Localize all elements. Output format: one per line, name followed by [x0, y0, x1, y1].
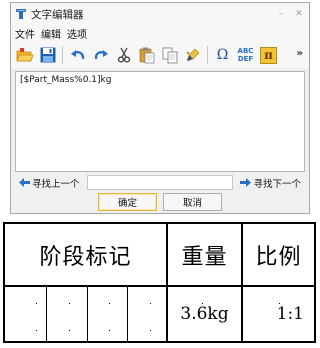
menu-bar: 文件 编辑 选项 — [11, 25, 309, 42]
grid-marker — [69, 330, 70, 331]
grid-marker — [109, 330, 110, 331]
grid-marker — [36, 303, 37, 304]
spell-check-button[interactable]: ABC DEF — [235, 44, 256, 66]
scale-header: 比例 — [255, 244, 302, 270]
omega-icon: Ω — [216, 47, 229, 63]
toolbar-separator — [62, 46, 63, 64]
weight-value: 3.6kg — [180, 304, 229, 324]
arrow-left-icon — [19, 178, 30, 187]
find-previous-button[interactable]: 寻找上一个 — [15, 174, 84, 191]
find-next-button[interactable]: 寻找下一个 — [236, 174, 305, 191]
weight-header: 重量 — [181, 244, 228, 270]
app-icon — [16, 9, 26, 19]
grid-marker — [150, 303, 151, 304]
find-input[interactable] — [86, 175, 234, 190]
grid-marker — [36, 330, 37, 331]
close-button[interactable]: ✕ — [291, 6, 307, 22]
save-button[interactable] — [37, 44, 58, 66]
open-button[interactable] — [14, 44, 35, 66]
cancel-button[interactable]: 取消 — [163, 193, 222, 211]
grid-marker — [279, 303, 280, 304]
redo-icon — [94, 50, 108, 60]
abc-def-icon-lower: DEF — [237, 55, 254, 63]
find-previous-label: 寻找上一个 — [32, 178, 80, 190]
find-bar: 寻找上一个 寻找下一个 — [15, 174, 305, 191]
title-bar[interactable]: 文字编辑器 – ✕ — [11, 3, 309, 25]
cut-icon — [117, 47, 130, 63]
grid-marker — [150, 330, 151, 331]
ok-button[interactable]: 确定 — [98, 193, 157, 211]
toolbar-separator — [207, 46, 208, 64]
menu-options[interactable]: 选项 — [67, 26, 87, 41]
undo-icon — [70, 50, 84, 60]
copy-button[interactable] — [159, 44, 180, 66]
pi-icon: π — [260, 46, 277, 64]
symbol-button[interactable]: Ω — [212, 44, 233, 66]
save-icon — [40, 47, 55, 63]
scale-value: 1:1 — [276, 304, 304, 324]
open-icon — [15, 48, 34, 62]
window-title: 文字编辑器 — [31, 8, 84, 21]
cut-button[interactable] — [113, 44, 134, 66]
grid-marker — [210, 258, 211, 259]
pi-button[interactable]: π — [258, 44, 279, 66]
format-brush-icon — [186, 48, 199, 61]
paste-icon — [139, 47, 154, 64]
arrow-right-icon — [240, 178, 252, 187]
stage-cell-divider — [46, 286, 47, 341]
paste-button[interactable] — [136, 44, 157, 66]
grid-marker — [287, 258, 288, 259]
title-block-table: 阶段标记 重量 比例 3.6kg 1:1 — [3, 222, 316, 343]
grid-marker — [202, 303, 203, 304]
stage-cell-divider — [87, 286, 88, 341]
menu-file[interactable]: 文件 — [15, 26, 35, 41]
text-editor-dialog: 文字编辑器 – ✕ 文件 编辑 选项 Ω ABC DEF π » [$Part_… — [10, 2, 310, 214]
stage-cell-divider — [127, 286, 128, 341]
grid-marker — [89, 258, 90, 259]
abc-def-icon: ABC — [237, 47, 254, 55]
find-next-label: 寻找下一个 — [253, 178, 301, 190]
toolbar: Ω ABC DEF π » — [11, 42, 309, 68]
menu-edit[interactable]: 编辑 — [41, 26, 61, 41]
grid-marker — [109, 303, 110, 304]
dialog-buttons: 确定 取消 — [11, 193, 309, 213]
toolbar-overflow-button[interactable]: » — [297, 48, 303, 59]
undo-button[interactable] — [67, 44, 88, 66]
grid-marker — [69, 303, 70, 304]
copy-icon — [162, 47, 177, 64]
minimize-button[interactable]: – — [273, 6, 289, 22]
format-brush-button[interactable] — [182, 44, 203, 66]
text-editor-area[interactable]: [$Part_Mass%0.1]kg — [15, 71, 305, 172]
stage-mark-header: 阶段标记 — [39, 244, 132, 270]
redo-button[interactable] — [90, 44, 111, 66]
